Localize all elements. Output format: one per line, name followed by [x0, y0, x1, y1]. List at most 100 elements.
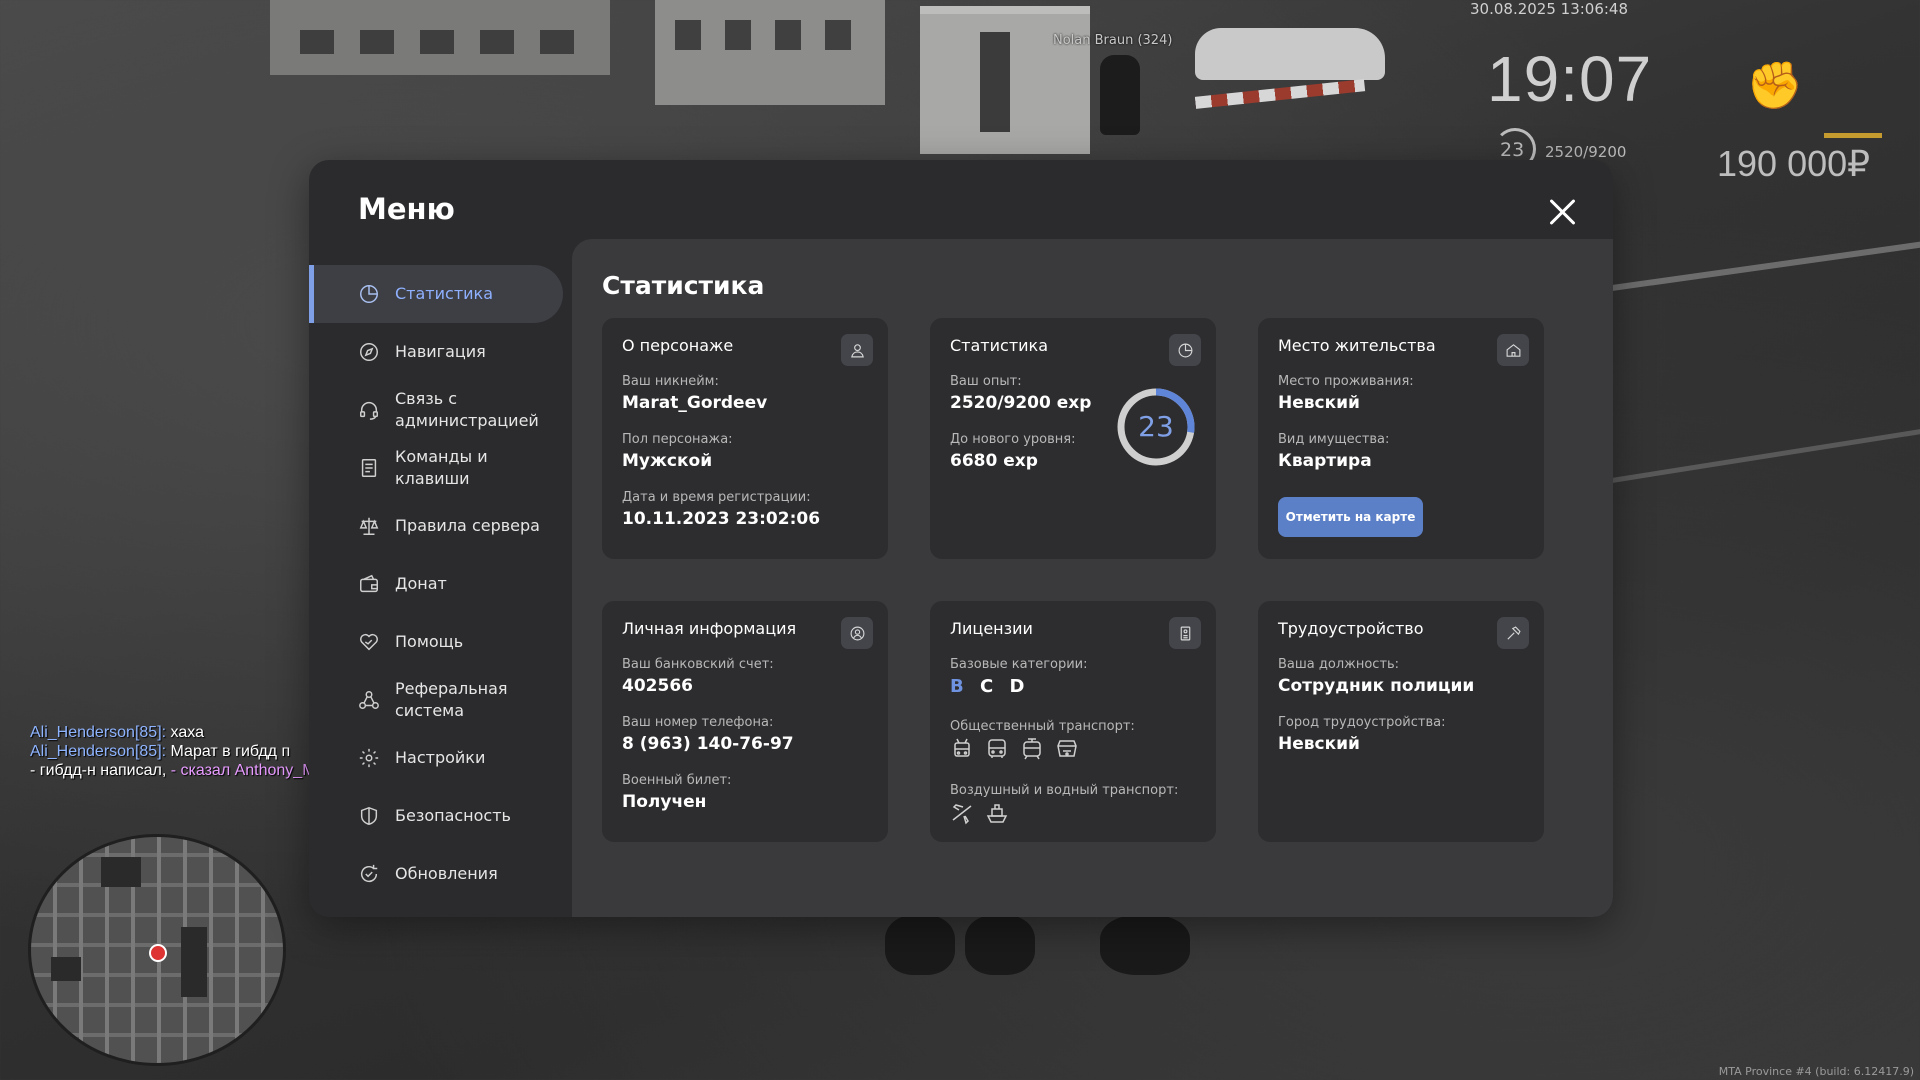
field-label: Вид имущества:	[1278, 432, 1390, 447]
field-label: Ваш никнейм:	[622, 374, 719, 389]
referral-icon	[357, 688, 381, 712]
air-water-transport-icons	[950, 801, 1009, 825]
building	[270, 0, 610, 75]
sidebar-item-label: Правила сервера	[395, 516, 540, 535]
chat-nick: Ali_Henderson[85]:	[30, 743, 167, 760]
hud-exp: 2520/9200	[1545, 143, 1627, 161]
plane-icon	[952, 804, 972, 825]
card-residence: Место жительства Место проживания: Невск…	[1258, 318, 1544, 559]
field-label: Пол персонажа:	[622, 432, 733, 447]
close-button[interactable]	[1545, 194, 1581, 230]
player-character	[1100, 55, 1140, 135]
chat-nick: Ali_Henderson[85]:	[30, 724, 167, 741]
sidebar-item-security[interactable]: Безопасность	[309, 787, 563, 845]
sidebar-item-rules[interactable]: Правила сервера	[309, 497, 563, 555]
character-feet	[1100, 915, 1190, 975]
license-categories: B C D	[950, 676, 1034, 697]
job-city-value: Невский	[1278, 734, 1360, 754]
job-position-value: Сотрудник полиции	[1278, 676, 1475, 696]
sidebar-item-label: Безопасность	[395, 806, 511, 825]
sidebar-item-settings[interactable]: Настройки	[309, 729, 563, 787]
shield-icon	[357, 804, 381, 828]
field-label: Общественный транспорт:	[950, 719, 1135, 734]
wallet-icon	[357, 572, 381, 596]
sidebar-item-help[interactable]: Помощь	[309, 613, 563, 671]
heart-hand-icon	[357, 630, 381, 654]
nickname-value: Marat_Gordeev	[622, 393, 768, 413]
gear-icon	[357, 746, 381, 770]
car	[1195, 28, 1385, 80]
house-icon	[1497, 334, 1529, 366]
pie-chart-icon	[357, 282, 381, 306]
sidebar-item-label: Статистика	[395, 284, 493, 303]
license-category-d: D	[1009, 676, 1025, 697]
sidebar-item-referral[interactable]: Реферальная система	[309, 671, 563, 729]
sidebar-item-navigation[interactable]: Навигация	[309, 323, 563, 381]
card-about-character: О персонаже Ваш никнейм: Marat_Gordeev П…	[602, 318, 888, 559]
pie-chart-icon	[1169, 334, 1201, 366]
field-label: Ваша должность:	[1278, 657, 1400, 672]
residence-place-value: Невский	[1278, 393, 1360, 413]
card-title: Лицензии	[950, 619, 1033, 638]
metro-icon	[1057, 740, 1077, 757]
field-label: Ваш опыт:	[950, 374, 1022, 389]
menu-panel: Меню Статистика Навигация Связь с админи…	[309, 160, 1613, 917]
field-label: Дата и время регистрации:	[622, 490, 811, 505]
bus-icon	[988, 739, 1006, 758]
card-employment: Трудоустройство Ваша должность: Сотрудни…	[1258, 601, 1544, 842]
sidebar-item-label: Обновления	[395, 864, 498, 883]
character-feet	[965, 915, 1035, 975]
hud-datetime: 30.08.2025 13:06:48	[1470, 0, 1629, 18]
sidebar-item-donate[interactable]: Донат	[309, 555, 563, 613]
trolleybus-icon	[954, 738, 970, 757]
refresh-icon	[357, 862, 381, 886]
field-label: До нового уровня:	[950, 432, 1076, 447]
field-label: Военный билет:	[622, 773, 732, 788]
registration-value: 10.11.2023 23:02:06	[622, 509, 821, 529]
chat-message: - гибдд-н написал,	[30, 762, 171, 779]
license-category-b: B	[950, 676, 964, 697]
sidebar-item-statistics[interactable]: Статистика	[309, 265, 563, 323]
road-line	[1561, 228, 1920, 298]
gender-value: Мужской	[622, 451, 713, 471]
content-title: Статистика	[602, 271, 765, 300]
id-card-icon	[1169, 617, 1201, 649]
money-bar	[1824, 133, 1882, 138]
hud-money: 190 000₽	[1717, 143, 1871, 184]
sidebar-item-commands[interactable]: Команды и клавиши	[309, 439, 563, 497]
sidebar-item-label: Настройки	[395, 748, 486, 767]
hud-clock: 19:07	[1487, 43, 1653, 115]
field-label: Ваш банковский счет:	[622, 657, 774, 672]
hammer-icon	[1497, 617, 1529, 649]
field-label: Воздушный и водный транспорт:	[950, 783, 1179, 798]
phone-value: 8 (963) 140-76-97	[622, 734, 794, 754]
card-title: О персонаже	[622, 336, 734, 355]
character-feet	[885, 915, 955, 975]
exp-value: 2520/9200 exp	[950, 393, 1092, 413]
card-personal-info: Личная информация Ваш банковский счет: 4…	[602, 601, 888, 842]
sidebar-item-label: Помощь	[395, 632, 464, 651]
scales-icon	[357, 514, 381, 538]
sidebar-item-label: Навигация	[395, 342, 486, 361]
road-line	[1612, 412, 1920, 483]
card-statistics: Статистика Ваш опыт: 2520/9200 exp До но…	[930, 318, 1216, 559]
user-circle-icon	[841, 617, 873, 649]
level-value: 23	[1138, 410, 1174, 443]
sidebar-item-label: Команды и клавиши	[395, 447, 488, 488]
card-title: Статистика	[950, 336, 1048, 355]
mark-on-map-button[interactable]: Отметить на карте	[1278, 497, 1423, 537]
card-licenses: Лицензии Базовые категории: B C D Общест…	[930, 601, 1216, 842]
statistics-content: Статистика О персонаже Ваш никнейм: Mara…	[572, 239, 1613, 917]
building	[655, 0, 885, 105]
checkpoint-booth	[920, 6, 1090, 154]
build-info: MTA Province #4 (build: 6.12417.9)	[1718, 1065, 1914, 1078]
military-id-value: Получен	[622, 792, 707, 812]
document-icon	[357, 456, 381, 480]
next-level-value: 6680 exp	[950, 451, 1038, 471]
compass-icon	[357, 340, 381, 364]
sidebar-item-admin-contact[interactable]: Связь с администрацией	[309, 381, 563, 439]
property-type-value: Квартира	[1278, 451, 1372, 471]
sidebar-item-updates[interactable]: Обновления	[309, 845, 563, 903]
license-category-c: C	[980, 676, 994, 697]
menu-title: Меню	[358, 192, 455, 226]
